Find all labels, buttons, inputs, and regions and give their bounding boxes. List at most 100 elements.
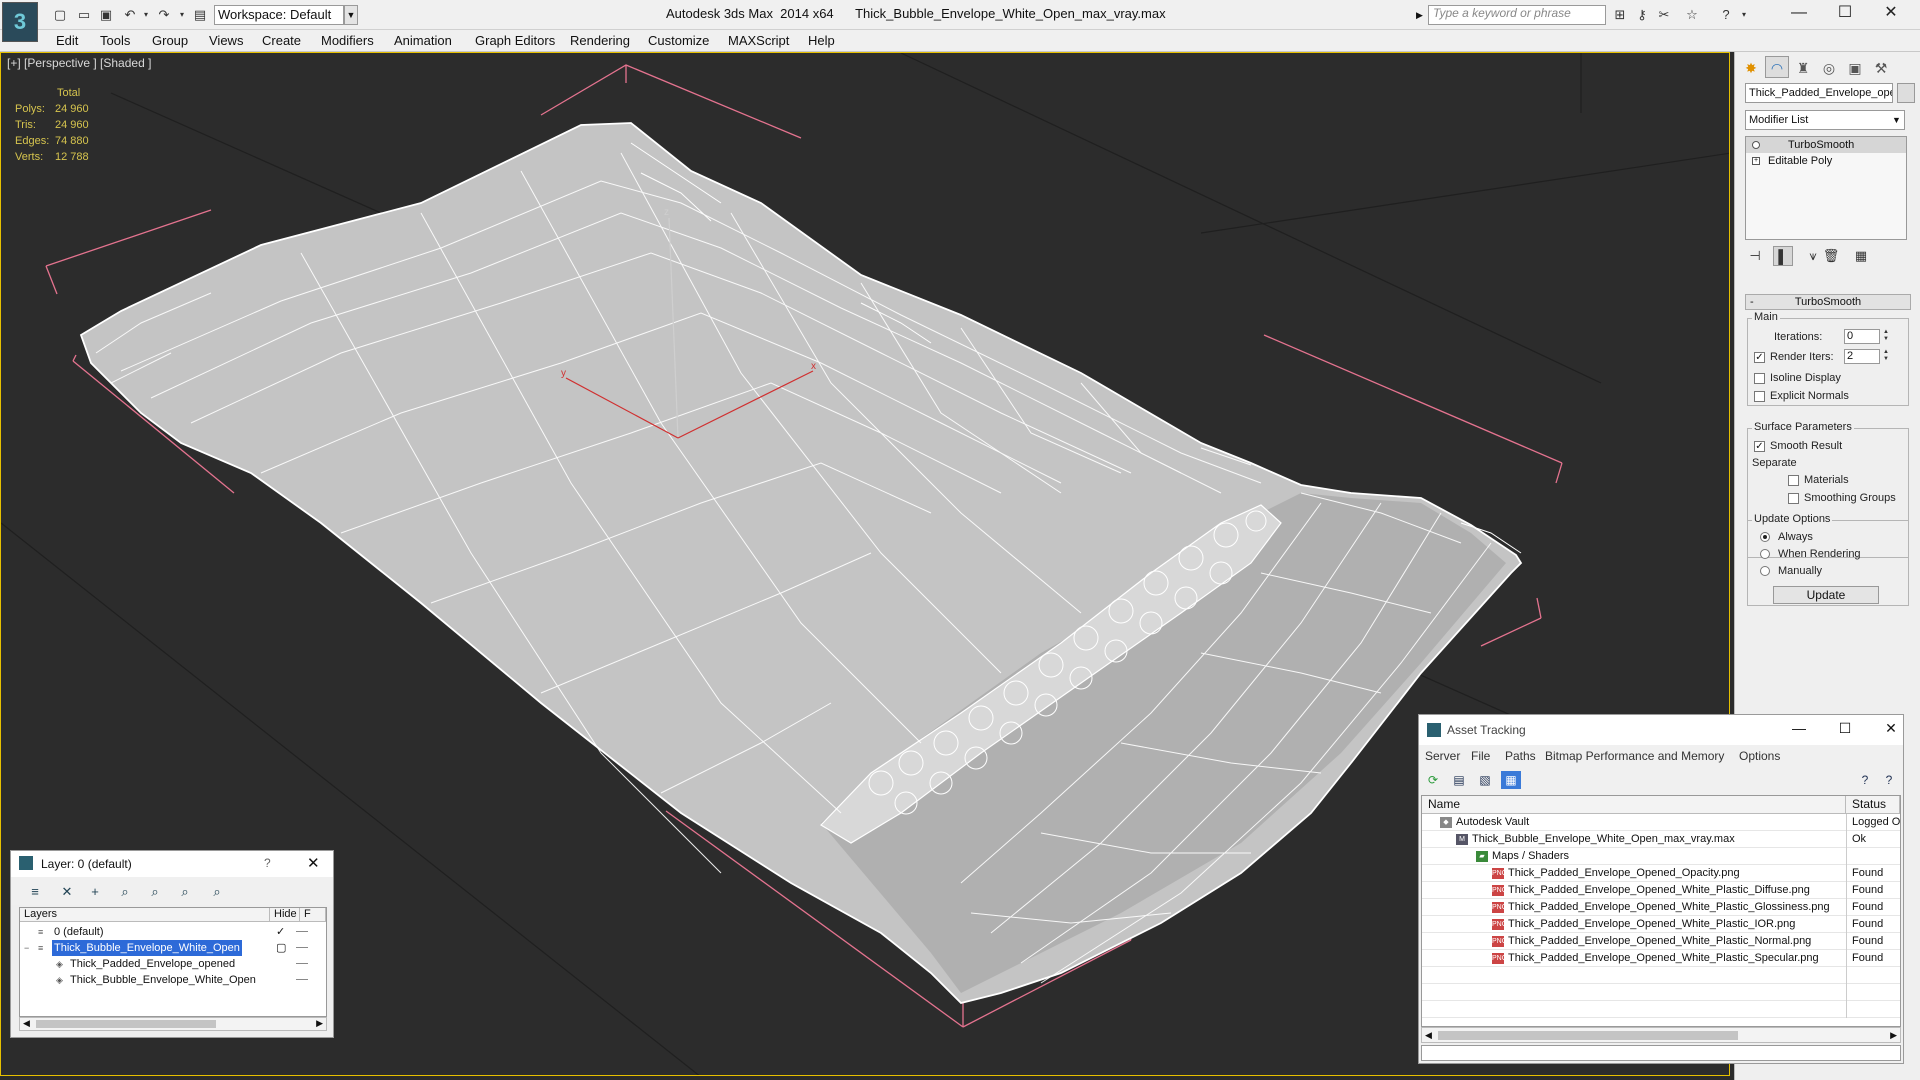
key-icon[interactable]: ⚷ xyxy=(1634,7,1650,23)
layer-row[interactable]: ≡ 0 (default) ✓ xyxy=(20,924,326,940)
help-icon[interactable]: ? xyxy=(1718,7,1734,23)
isoline-display-checkbox[interactable] xyxy=(1754,373,1765,384)
pin-stack-icon[interactable]: ⊣ xyxy=(1745,246,1765,266)
asset-row-maps-folder[interactable]: ▰ Maps / Shaders xyxy=(1422,848,1900,865)
search-expand-icon[interactable]: ▶ xyxy=(1416,6,1426,24)
minimize-button[interactable]: — xyxy=(1776,0,1822,28)
asset-row-map[interactable]: PNG Thick_Padded_Envelope_Opened_White_P… xyxy=(1422,950,1900,967)
asset-row-scene-file[interactable]: M Thick_Bubble_Envelope_White_Open_max_v… xyxy=(1422,831,1900,848)
menu-group[interactable]: Group xyxy=(152,33,188,48)
freeze-all-layers-icon[interactable]: ⌕ xyxy=(207,882,227,902)
asset-row-map[interactable]: PNG Thick_Padded_Envelope_Opened_White_P… xyxy=(1422,899,1900,916)
save-icon[interactable]: ▣ xyxy=(98,7,114,23)
expand-plus-icon[interactable]: + xyxy=(1752,157,1760,165)
undo-dropdown-icon[interactable]: ▾ xyxy=(138,7,154,23)
modifier-list-dropdown[interactable]: Modifier List xyxy=(1745,110,1905,130)
chevron-down-icon[interactable]: ▼ xyxy=(344,5,358,25)
render-iters-checkbox[interactable]: ✓ xyxy=(1754,352,1765,363)
menu-graph-editors[interactable]: Graph Editors xyxy=(475,33,555,48)
explicit-normals-checkbox[interactable] xyxy=(1754,391,1765,402)
menu-edit[interactable]: Edit xyxy=(56,33,78,48)
communication-icon[interactable]: ✂ xyxy=(1656,7,1672,23)
scrollbar-thumb[interactable] xyxy=(36,1020,216,1028)
column-hide[interactable]: Hide xyxy=(270,908,300,922)
asset-row-map[interactable]: PNG Thick_Padded_Envelope_Opened_White_P… xyxy=(1422,933,1900,950)
hide-toggle[interactable] xyxy=(296,963,308,964)
binoculars-icon[interactable]: ⊞ xyxy=(1612,7,1628,23)
menu-maxscript[interactable]: MAXScript xyxy=(728,33,789,48)
help-icon[interactable]: ? xyxy=(264,856,271,870)
asset-menu-server[interactable]: Server xyxy=(1425,749,1460,763)
3ds-max-logo-icon[interactable]: 3 xyxy=(2,2,38,42)
hierarchy-tab-icon[interactable]: ♜ xyxy=(1791,56,1815,78)
turbosmooth-rollout-header[interactable]: - TurboSmooth xyxy=(1745,294,1911,310)
update-button[interactable]: Update xyxy=(1773,586,1879,604)
column-layers[interactable]: Layers xyxy=(20,908,270,922)
refresh-icon[interactable]: ⟳ xyxy=(1423,771,1443,789)
manually-radio[interactable] xyxy=(1760,566,1770,576)
object-color-swatch[interactable] xyxy=(1897,83,1915,103)
viewport-label[interactable]: [+] [Perspective ] [Shaded ] xyxy=(7,56,151,70)
scroll-right-icon[interactable]: ▶ xyxy=(1890,1028,1897,1042)
spinner-arrows-icon[interactable]: ▲ ▼ xyxy=(1882,349,1890,364)
help-icon[interactable]: ? xyxy=(1855,771,1875,789)
hide-toggle[interactable] xyxy=(296,931,308,932)
chevron-down-icon[interactable]: ▼ xyxy=(1889,111,1904,129)
make-unique-icon[interactable]: ⩛ xyxy=(1803,246,1823,266)
checkmark-icon[interactable]: ✓ xyxy=(276,924,285,940)
table-view-icon[interactable]: ▦ xyxy=(1501,771,1521,789)
menu-animation[interactable]: Animation xyxy=(394,33,452,48)
column-name[interactable]: Name xyxy=(1422,796,1846,814)
add-to-layer-icon[interactable]: + xyxy=(85,882,105,902)
asset-menu-paths[interactable]: Paths xyxy=(1505,749,1536,763)
maximize-button[interactable]: ☐ xyxy=(1833,720,1857,737)
hide-all-layers-icon[interactable]: ⌕ xyxy=(175,882,195,902)
search-input[interactable]: Type a keyword or phrase xyxy=(1428,5,1606,25)
asset-row-map[interactable]: PNG Thick_Padded_Envelope_Opened_White_P… xyxy=(1422,916,1900,933)
show-end-result-icon[interactable]: ▌ xyxy=(1773,246,1793,266)
scroll-left-icon[interactable]: ◀ xyxy=(1425,1028,1432,1042)
utilities-tab-icon[interactable]: ⚒ xyxy=(1869,56,1893,78)
delete-layer-icon[interactable]: ✕ xyxy=(57,882,77,902)
minimize-button[interactable]: — xyxy=(1787,720,1811,736)
expand-icon[interactable]: − xyxy=(24,940,29,956)
asset-dialog-titlebar[interactable]: Asset Tracking — ☐ ✕ xyxy=(1419,715,1903,745)
create-layer-icon[interactable]: ≡ xyxy=(25,882,45,902)
maximize-button[interactable]: ☐ xyxy=(1822,0,1868,28)
redo-dropdown-icon[interactable]: ▾ xyxy=(174,7,190,23)
help-dropdown-icon[interactable]: ▾ xyxy=(1736,7,1752,23)
scroll-left-icon[interactable]: ◀ xyxy=(23,1018,30,1029)
stack-item-editable-poly[interactable]: + Editable Poly xyxy=(1746,153,1906,169)
scroll-right-icon[interactable]: ▶ xyxy=(316,1018,323,1029)
menu-modifiers[interactable]: Modifiers xyxy=(321,33,374,48)
create-tab-icon[interactable]: ✸ xyxy=(1739,56,1763,78)
spinner-arrows-icon[interactable]: ▲ ▼ xyxy=(1882,329,1890,344)
hide-toggle[interactable] xyxy=(296,947,308,948)
materials-checkbox[interactable] xyxy=(1788,475,1799,486)
close-button[interactable]: ✕ xyxy=(1868,0,1914,28)
horizontal-scrollbar[interactable]: ◀ ▶ xyxy=(1421,1027,1901,1043)
select-objects-icon[interactable]: ⌕ xyxy=(115,882,135,902)
undo-icon[interactable]: ↶ xyxy=(122,7,138,23)
asset-row-map[interactable]: PNG Thick_Padded_Envelope_Opened_Opacity… xyxy=(1422,865,1900,882)
menu-views[interactable]: Views xyxy=(209,33,243,48)
list-view-icon[interactable]: ▤ xyxy=(1449,771,1469,789)
help-context-icon[interactable]: ? xyxy=(1879,771,1899,789)
workspace-select[interactable]: Workspace: Default xyxy=(214,5,344,25)
motion-tab-icon[interactable]: ◎ xyxy=(1817,56,1841,78)
highlight-layer-icon[interactable]: ⌕ xyxy=(145,882,165,902)
render-iters-spinner[interactable]: 2 xyxy=(1844,349,1880,364)
menu-create[interactable]: Create xyxy=(262,33,301,48)
column-freeze[interactable]: F xyxy=(300,908,326,922)
smooth-result-checkbox[interactable]: ✓ xyxy=(1754,441,1765,452)
redo-icon[interactable]: ↷ xyxy=(156,7,172,23)
configure-modifier-sets-icon[interactable]: ▦ xyxy=(1851,246,1871,266)
lightbulb-icon[interactable] xyxy=(1752,141,1760,149)
column-status[interactable]: Status xyxy=(1846,796,1900,814)
remove-modifier-icon[interactable]: 🗑 xyxy=(1821,246,1841,266)
scrollbar-thumb[interactable] xyxy=(1438,1031,1738,1040)
close-button[interactable]: ✕ xyxy=(1879,720,1903,737)
close-icon[interactable]: ✕ xyxy=(307,854,320,872)
display-tab-icon[interactable]: ▣ xyxy=(1843,56,1867,78)
always-radio[interactable] xyxy=(1760,532,1770,542)
